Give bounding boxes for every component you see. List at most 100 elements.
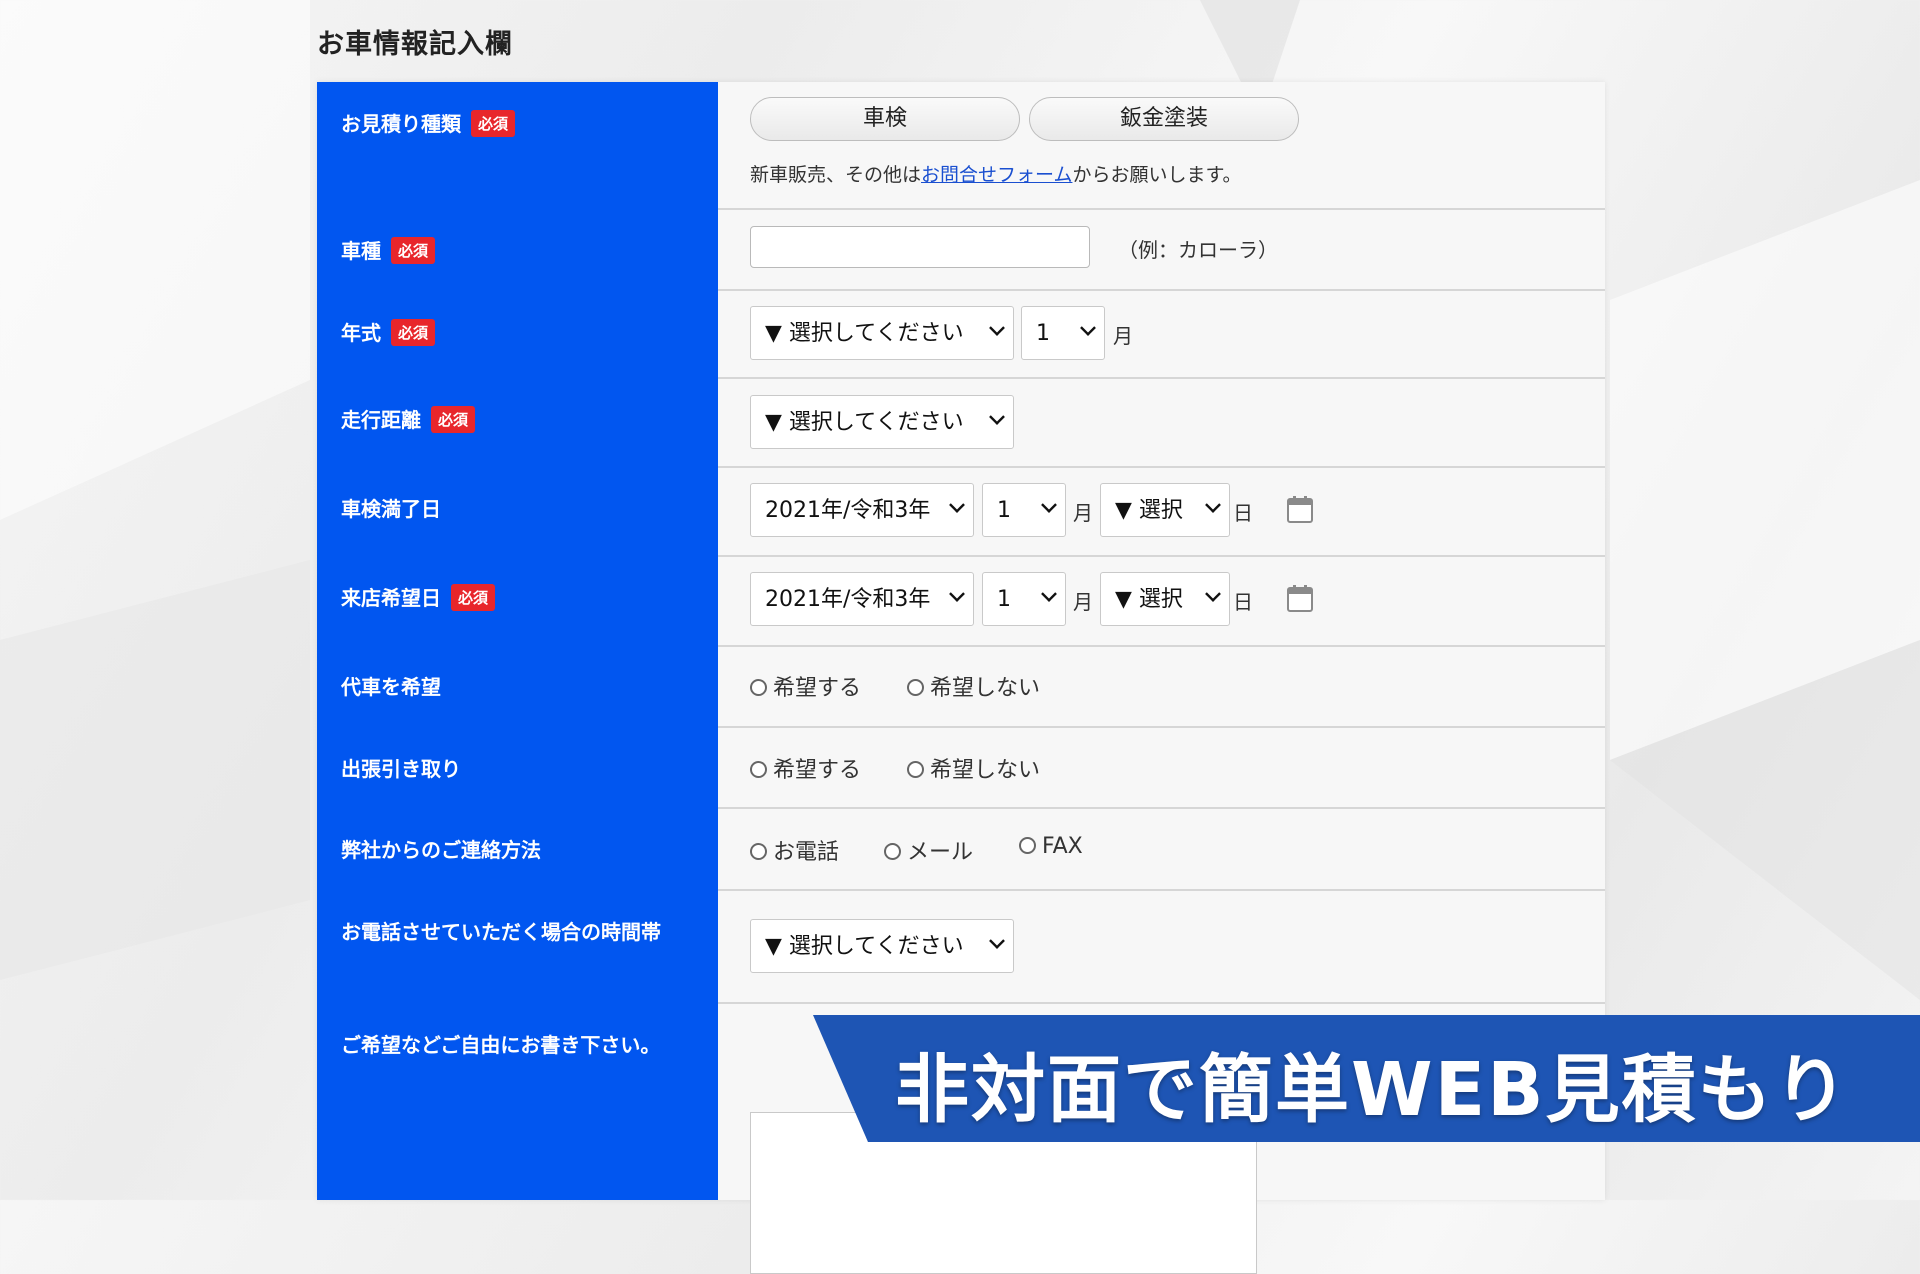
visit-date-label: 来店希望日 bbox=[341, 586, 441, 610]
promo-banner-text: 非対面で簡単WEB見積もり bbox=[895, 1047, 1850, 1133]
value-cell: ▼ 選択してください bbox=[750, 377, 1605, 466]
chevron-down-icon bbox=[989, 933, 1005, 949]
select-value: ▼ 選択 bbox=[1115, 498, 1183, 523]
chevron-down-icon bbox=[1205, 586, 1221, 602]
loaner-car-yes-radio[interactable]: 希望する bbox=[750, 670, 861, 702]
month-unit: 月 bbox=[1073, 590, 1093, 614]
model-year-label: 年式 bbox=[341, 321, 381, 345]
row-car-model: 車種 必須 （例：カローラ） bbox=[317, 208, 1605, 291]
row-pickup: 出張引き取り 希望する 希望しない bbox=[317, 726, 1605, 809]
value-cell: 車検 鈑金塗装 新車販売、その他はお問合せフォームからお願いします。 bbox=[750, 82, 1605, 208]
estimate-type-note: 新車販売、その他はお問合せフォームからお願いします。 bbox=[750, 160, 1242, 187]
pickup-no-radio[interactable]: 希望しない bbox=[907, 752, 1040, 784]
contact-fax-radio[interactable]: FAX bbox=[1019, 834, 1083, 859]
chevron-down-icon bbox=[1080, 320, 1096, 336]
chevron-down-icon bbox=[1041, 586, 1057, 602]
select-value: ▼ 選択してください bbox=[765, 410, 964, 435]
radio-circle bbox=[1019, 837, 1036, 854]
note-text: からお願いします。 bbox=[1072, 164, 1242, 186]
pickup-yes-radio[interactable]: 希望する bbox=[750, 752, 861, 784]
loaner-car-no-radio[interactable]: 希望しない bbox=[907, 670, 1040, 702]
label-cell: 車種 必須 bbox=[317, 208, 718, 289]
radio-label: 希望しない bbox=[930, 758, 1041, 783]
day-unit: 日 bbox=[1233, 501, 1253, 525]
required-badge: 必須 bbox=[451, 584, 496, 611]
radio-circle bbox=[907, 761, 924, 778]
inspection-year-select[interactable]: 2021年/令和3年 bbox=[750, 483, 974, 537]
select-value: ▼ 選択 bbox=[1115, 587, 1183, 612]
label-cell: 年式 必須 bbox=[317, 289, 718, 377]
value-cell: 希望する 希望しない bbox=[750, 645, 1605, 726]
row-inspection-expiry: 車検満了日 2021年/令和3年 1 月 ▼ 選択 日 bbox=[317, 466, 1605, 557]
select-value: 1 bbox=[997, 587, 1011, 612]
value-cell: ▼ 選択してください bbox=[750, 889, 1605, 1002]
estimate-type-inspection-button[interactable]: 車検 bbox=[750, 97, 1020, 141]
chevron-down-icon bbox=[1205, 497, 1221, 513]
calendar-icon[interactable] bbox=[1287, 585, 1313, 612]
radio-label: 希望しない bbox=[930, 676, 1041, 701]
inspection-month-select[interactable]: 1 bbox=[982, 483, 1066, 537]
loaner-car-label: 代車を希望 bbox=[341, 675, 441, 699]
row-estimate-type: お見積り種類 必須 車検 鈑金塗装 新車販売、その他はお問合せフォームからお願いし… bbox=[317, 82, 1605, 210]
value-cell: ▼ 選択してください 1 月 bbox=[750, 289, 1605, 377]
radio-circle bbox=[750, 843, 767, 860]
value-cell: 2021年/令和3年 1 月 ▼ 選択 日 bbox=[750, 555, 1605, 645]
visit-month-select[interactable]: 1 bbox=[982, 572, 1066, 626]
radio-circle bbox=[907, 679, 924, 696]
label-cell: 弊社からのご連絡方法 bbox=[317, 807, 718, 889]
visit-year-select[interactable]: 2021年/令和3年 bbox=[750, 572, 974, 626]
call-time-select[interactable]: ▼ 選択してください bbox=[750, 919, 1014, 973]
estimate-type-bodywork-button[interactable]: 鈑金塗装 bbox=[1029, 97, 1299, 141]
select-value: ▼ 選択してください bbox=[765, 934, 964, 959]
section-title: お車情報記入欄 bbox=[317, 29, 513, 60]
month-unit: 月 bbox=[1073, 501, 1093, 525]
radio-label: メール bbox=[907, 840, 974, 865]
model-year-select[interactable]: ▼ 選択してください bbox=[750, 306, 1014, 360]
label-cell: ご希望などご自由にお書き下さい。 bbox=[317, 1002, 718, 1200]
chevron-down-icon bbox=[989, 320, 1005, 336]
row-loaner-car: 代車を希望 希望する 希望しない bbox=[317, 645, 1605, 728]
chevron-down-icon bbox=[949, 497, 965, 513]
select-value: 1 bbox=[997, 498, 1011, 523]
select-value: 1 bbox=[1036, 321, 1050, 346]
contact-phone-radio[interactable]: お電話 bbox=[750, 834, 839, 866]
row-visit-date: 来店希望日 必須 2021年/令和3年 1 月 ▼ 選択 日 bbox=[317, 555, 1605, 647]
contact-form-link[interactable]: お問合せフォーム bbox=[921, 164, 1072, 186]
label-cell: 出張引き取り bbox=[317, 726, 718, 807]
select-value: ▼ 選択してください bbox=[765, 321, 964, 346]
visit-day-select[interactable]: ▼ 選択 bbox=[1100, 572, 1230, 626]
estimate-type-label: お見積り種類 bbox=[341, 112, 461, 136]
label-cell: お見積り種類 必須 bbox=[317, 82, 718, 208]
car-model-input[interactable] bbox=[750, 226, 1090, 268]
label-cell: 代車を希望 bbox=[317, 645, 718, 726]
chevron-down-icon bbox=[1041, 497, 1057, 513]
model-year-month-select[interactable]: 1 bbox=[1021, 306, 1105, 360]
label-cell: 来店希望日 必須 bbox=[317, 555, 718, 645]
radio-label: 希望する bbox=[773, 676, 862, 701]
pickup-label: 出張引き取り bbox=[341, 757, 461, 781]
row-model-year: 年式 必須 ▼ 選択してください 1 月 bbox=[317, 289, 1605, 379]
inspection-day-select[interactable]: ▼ 選択 bbox=[1100, 483, 1230, 537]
comments-label: ご希望などご自由にお書き下さい。 bbox=[341, 1033, 661, 1057]
value-cell: お電話 メール FAX bbox=[750, 807, 1605, 889]
calendar-icon[interactable] bbox=[1287, 496, 1313, 523]
value-cell: 希望する 希望しない bbox=[750, 726, 1605, 807]
car-model-label: 車種 bbox=[341, 239, 381, 263]
row-call-time: お電話させていただく場合の時間帯 ▼ 選択してください bbox=[317, 889, 1605, 1004]
value-cell: 2021年/令和3年 1 月 ▼ 選択 日 bbox=[750, 466, 1605, 555]
radio-circle bbox=[750, 679, 767, 696]
row-contact-method: 弊社からのご連絡方法 お電話 メール FAX bbox=[317, 807, 1605, 891]
value-cell: （例：カローラ） bbox=[750, 208, 1605, 289]
required-badge: 必須 bbox=[471, 110, 516, 137]
mileage-select[interactable]: ▼ 選択してください bbox=[750, 395, 1014, 449]
day-unit: 日 bbox=[1233, 590, 1253, 614]
contact-method-label: 弊社からのご連絡方法 bbox=[341, 838, 541, 862]
select-value: 2021年/令和3年 bbox=[765, 498, 931, 523]
month-unit: 月 bbox=[1113, 324, 1133, 348]
radio-label: FAX bbox=[1042, 834, 1083, 859]
select-value: 2021年/令和3年 bbox=[765, 587, 931, 612]
call-time-label: お電話させていただく場合の時間帯 bbox=[341, 920, 661, 944]
contact-email-radio[interactable]: メール bbox=[884, 834, 973, 866]
chevron-down-icon bbox=[949, 586, 965, 602]
chevron-down-icon bbox=[989, 409, 1005, 425]
